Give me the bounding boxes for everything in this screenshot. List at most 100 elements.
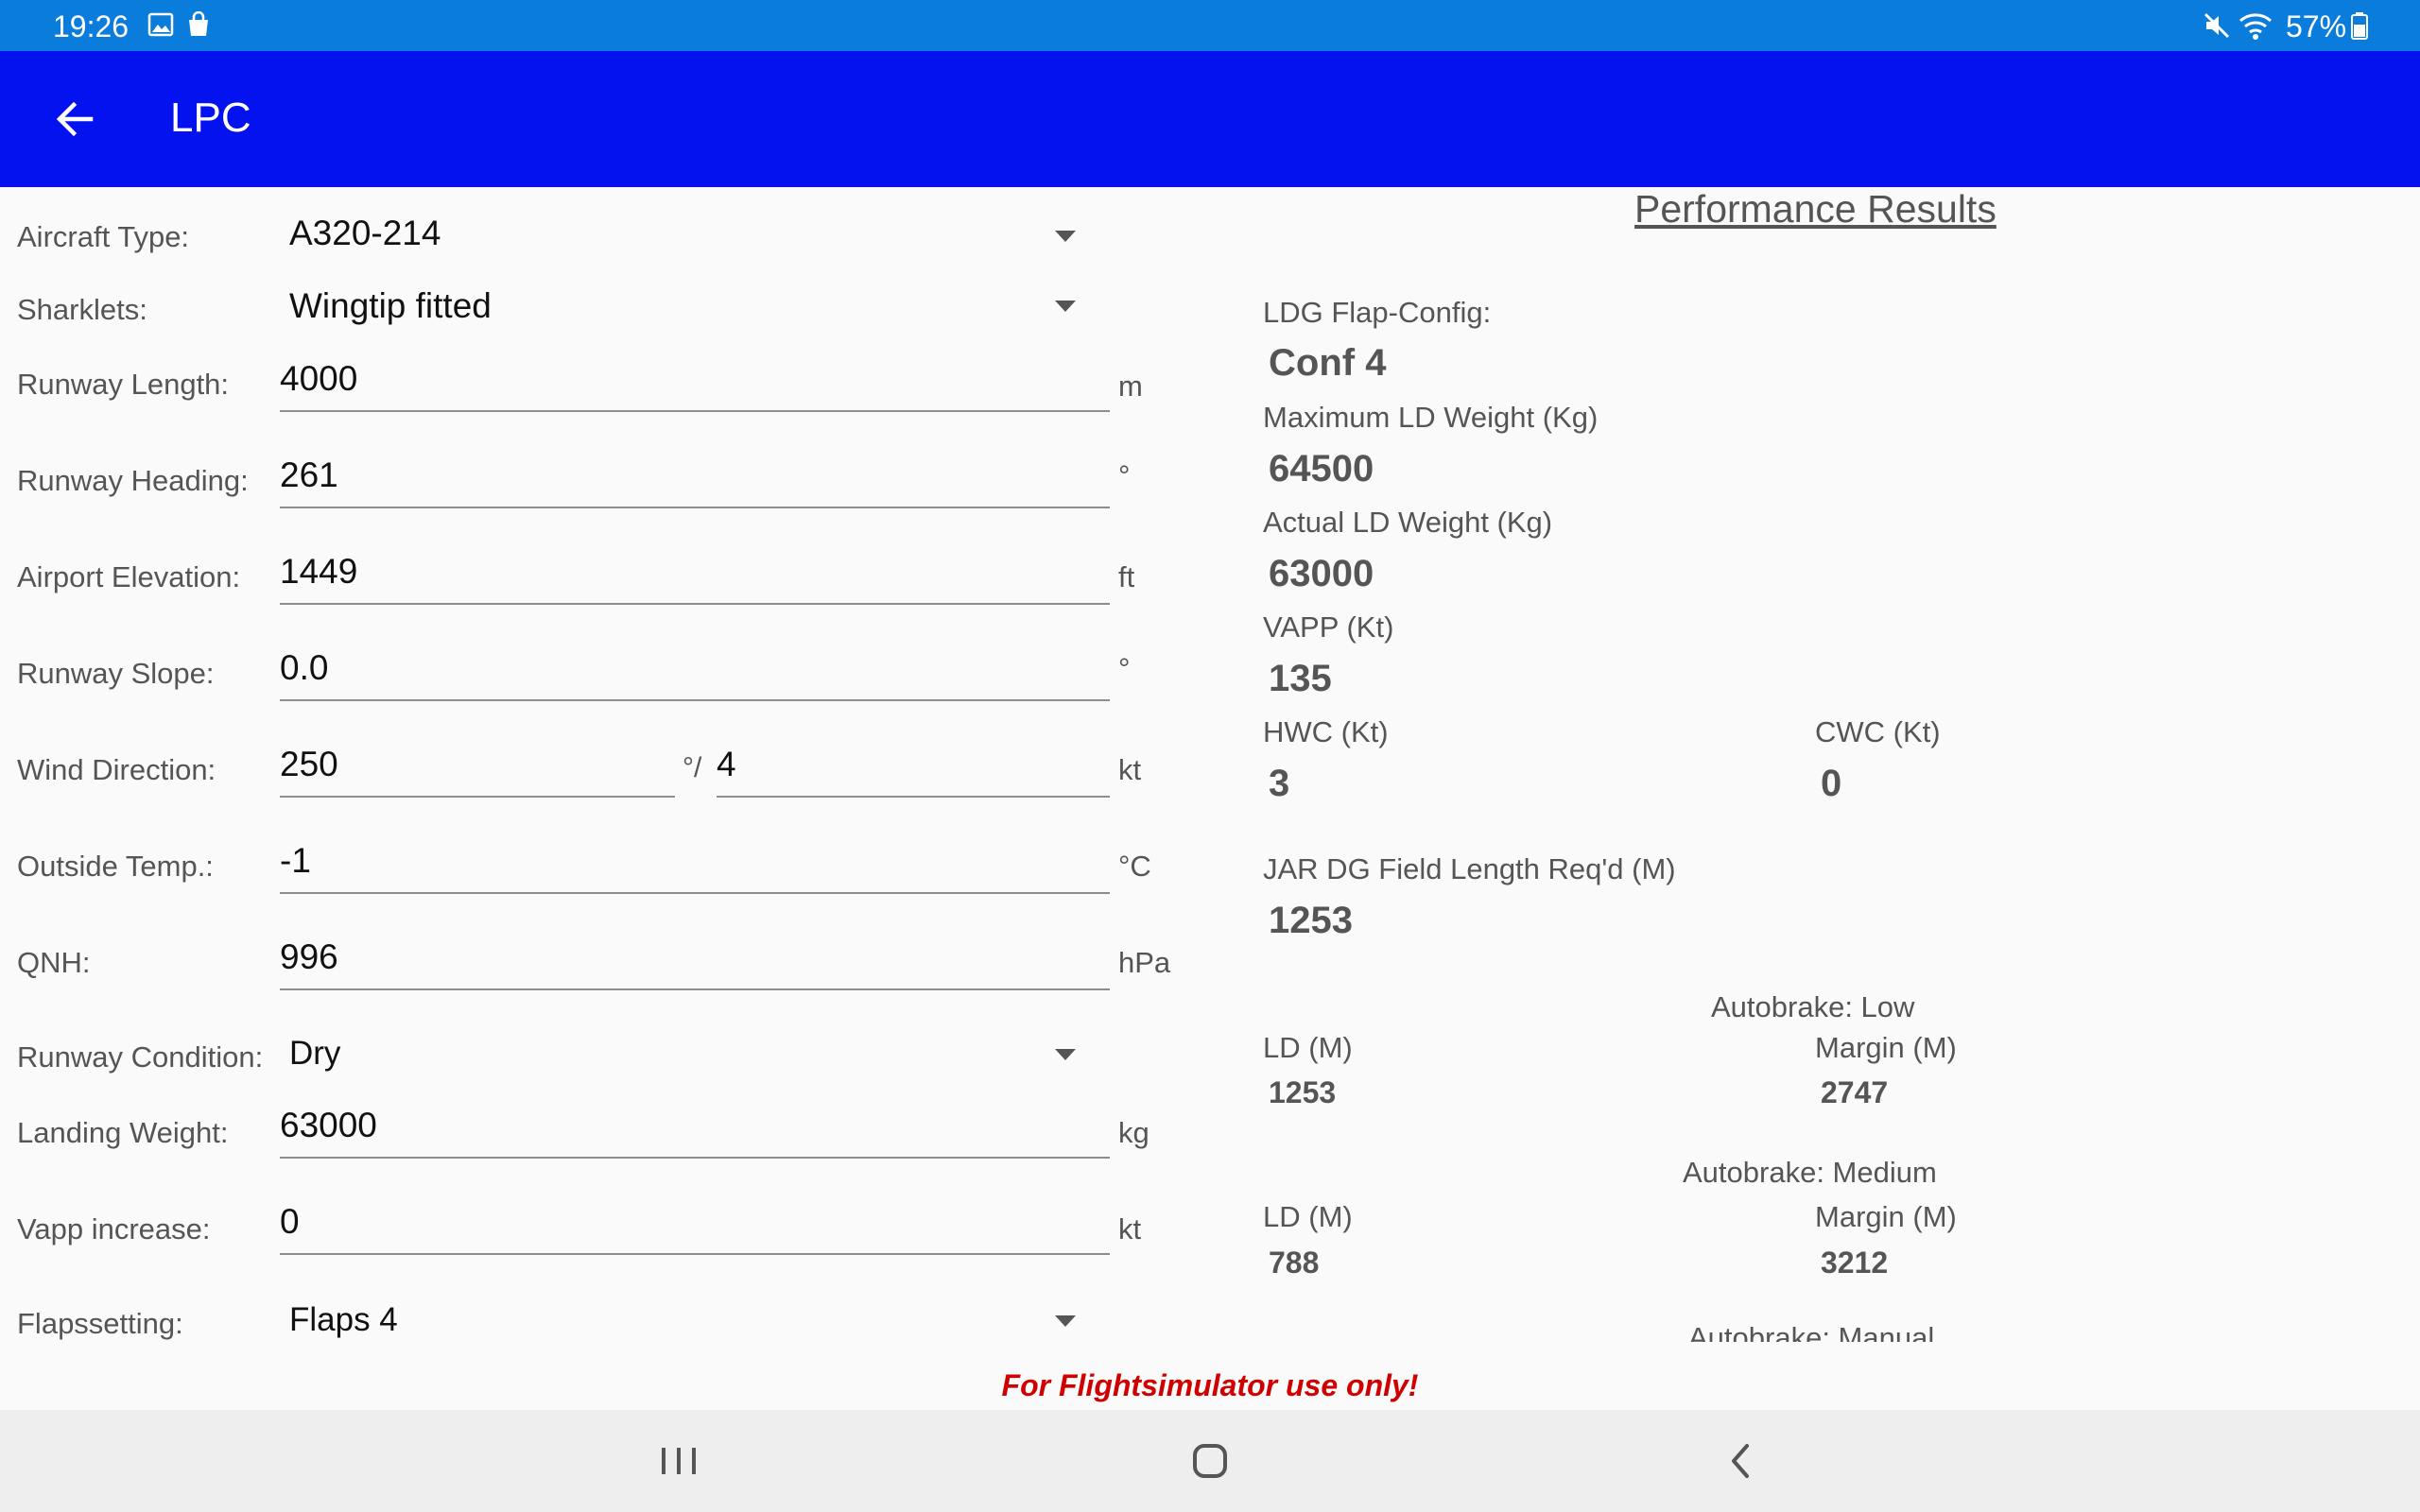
input-underline bbox=[717, 796, 1110, 798]
shopping-bag-icon bbox=[189, 11, 208, 36]
qnh-input[interactable]: 996 bbox=[280, 932, 1110, 992]
hwc-value: 3 bbox=[1269, 763, 1290, 804]
wind-direction-input[interactable]: 250 bbox=[280, 739, 675, 799]
outside-temp-input[interactable]: -1 bbox=[280, 835, 1110, 896]
runway-slope-label: Runway Slope: bbox=[17, 657, 215, 690]
airport-elevation-input[interactable]: 1449 bbox=[280, 546, 1110, 607]
runway-condition-label: Runway Condition: bbox=[17, 1040, 264, 1074]
runway-heading-label: Runway Heading: bbox=[17, 464, 249, 497]
input-underline bbox=[280, 603, 1110, 605]
aircraft-type-label: Aircraft Type: bbox=[17, 220, 190, 253]
disclaimer-text: For Flightsimulator use only! bbox=[1001, 1368, 1419, 1402]
sharklets-label: Sharklets: bbox=[17, 293, 147, 326]
flapsetting-label: Flapssetting: bbox=[17, 1307, 183, 1340]
autobrake-medium-title: Autobrake: Medium bbox=[1683, 1156, 1937, 1189]
wind-speed-input[interactable]: 4 bbox=[717, 739, 1110, 799]
outside-temp-label: Outside Temp.: bbox=[17, 850, 214, 883]
actual-ld-weight-label: Actual LD Weight (Kg) bbox=[1263, 506, 1553, 539]
ldg-flap-config-label: LDG Flap-Config: bbox=[1263, 296, 1492, 329]
autobrake-manual-title: Autobrake: Manual bbox=[1688, 1321, 1935, 1342]
vapp-increase-input[interactable]: 0 bbox=[280, 1196, 1110, 1257]
aircraft-type-value: A320-214 bbox=[289, 214, 441, 252]
hwc-label: HWC (Kt) bbox=[1263, 715, 1389, 748]
landing-weight-value: 63000 bbox=[280, 1106, 377, 1144]
battery-icon bbox=[2351, 12, 2368, 40]
airport-elevation-value: 1449 bbox=[280, 552, 358, 591]
sharklets-value: Wingtip fitted bbox=[289, 286, 492, 325]
status-time: 19:26 bbox=[53, 9, 130, 43]
input-underline bbox=[280, 796, 675, 798]
aircraft-type-dropdown[interactable]: A320-214 bbox=[280, 208, 1083, 266]
autobrake-low-title: Autobrake: Low bbox=[1711, 990, 1915, 1023]
max-ld-weight-label: Maximum LD Weight (Kg) bbox=[1263, 401, 1599, 434]
wind-separator: °/ bbox=[683, 752, 702, 783]
landing-weight-label: Landing Weight: bbox=[17, 1116, 229, 1149]
vapp-increase-value: 0 bbox=[280, 1202, 300, 1241]
back-arrow-icon[interactable] bbox=[49, 93, 102, 146]
sharklets-dropdown[interactable]: Wingtip fitted bbox=[280, 280, 1083, 338]
input-underline bbox=[280, 1253, 1110, 1255]
input-underline bbox=[280, 892, 1110, 894]
runway-slope-input[interactable]: 0.0 bbox=[280, 643, 1110, 703]
wind-direction-label: Wind Direction: bbox=[17, 753, 216, 786]
input-underline bbox=[280, 699, 1110, 701]
actual-ld-weight-value: 63000 bbox=[1269, 553, 1374, 594]
qnh-value: 996 bbox=[280, 937, 338, 976]
autobrake-low-margin-label: Margin (M) bbox=[1815, 1031, 1957, 1064]
cwc-value: 0 bbox=[1821, 763, 1842, 804]
wind-direction-value: 250 bbox=[280, 745, 338, 783]
page-title: LPC bbox=[170, 94, 251, 141]
autobrake-medium-ld-value: 788 bbox=[1269, 1246, 1320, 1280]
input-underline bbox=[280, 410, 1110, 412]
max-ld-weight-value: 64500 bbox=[1269, 448, 1374, 490]
runway-length-input[interactable]: 4000 bbox=[280, 353, 1110, 414]
field-length-label: JAR DG Field Length Req'd (M) bbox=[1263, 852, 1676, 885]
field-length-value: 1253 bbox=[1269, 900, 1353, 941]
qnh-label: QNH: bbox=[17, 946, 91, 979]
runway-heading-unit: ° bbox=[1118, 459, 1131, 492]
flapsetting-dropdown[interactable]: Flaps 4 bbox=[280, 1293, 1083, 1351]
vapp-increase-label: Vapp increase: bbox=[17, 1212, 211, 1246]
outside-temp-value: -1 bbox=[280, 841, 311, 880]
recents-icon[interactable] bbox=[641, 1429, 717, 1493]
image-icon bbox=[147, 12, 174, 37]
vapp-label: VAPP (Kt) bbox=[1263, 610, 1394, 644]
runway-length-unit: m bbox=[1118, 369, 1143, 403]
flapsetting-value: Flaps 4 bbox=[289, 1301, 398, 1338]
autobrake-medium-margin-value: 3212 bbox=[1821, 1246, 1889, 1280]
input-underline bbox=[280, 1157, 1110, 1159]
battery-percent: 57% bbox=[2286, 9, 2347, 43]
runway-condition-dropdown[interactable]: Dry bbox=[280, 1026, 1083, 1085]
home-icon[interactable] bbox=[1172, 1429, 1248, 1493]
autobrake-low-margin-value: 2747 bbox=[1821, 1075, 1889, 1109]
qnh-unit: hPa bbox=[1118, 946, 1171, 979]
runway-heading-value: 261 bbox=[280, 455, 338, 494]
runway-heading-input[interactable]: 261 bbox=[280, 450, 1110, 510]
wind-speed-value: 4 bbox=[717, 745, 736, 783]
dropdown-caret-icon bbox=[1055, 1049, 1076, 1060]
status-bar: 19:26 57% bbox=[0, 0, 2420, 51]
airport-elevation-label: Airport Elevation: bbox=[17, 560, 241, 593]
vapp-increase-unit: kt bbox=[1118, 1212, 1142, 1246]
input-underline bbox=[280, 988, 1110, 990]
wind-unit: kt bbox=[1118, 753, 1142, 786]
airport-elevation-unit: ft bbox=[1118, 560, 1135, 593]
wifi-icon bbox=[2239, 13, 2272, 40]
runway-slope-unit: ° bbox=[1118, 652, 1131, 685]
autobrake-low-ld-label: LD (M) bbox=[1263, 1031, 1353, 1064]
runway-length-value: 4000 bbox=[280, 359, 358, 398]
system-nav-bar bbox=[0, 1410, 2420, 1512]
app-bar: LPC bbox=[0, 51, 2420, 187]
nav-back-icon[interactable] bbox=[1703, 1429, 1779, 1493]
input-underline bbox=[280, 507, 1110, 508]
runway-slope-value: 0.0 bbox=[280, 648, 329, 687]
dropdown-caret-icon bbox=[1055, 231, 1076, 242]
landing-weight-unit: kg bbox=[1118, 1116, 1150, 1149]
runway-length-label: Runway Length: bbox=[17, 368, 230, 401]
dropdown-caret-icon bbox=[1055, 301, 1076, 312]
dropdown-caret-icon bbox=[1055, 1315, 1076, 1327]
landing-weight-input[interactable]: 63000 bbox=[280, 1100, 1110, 1160]
autobrake-low-ld-value: 1253 bbox=[1269, 1075, 1337, 1109]
mute-icon bbox=[2204, 12, 2230, 39]
autobrake-list[interactable]: Autobrake: Low LD (M) Margin (M) 1253 27… bbox=[1229, 983, 2080, 1342]
